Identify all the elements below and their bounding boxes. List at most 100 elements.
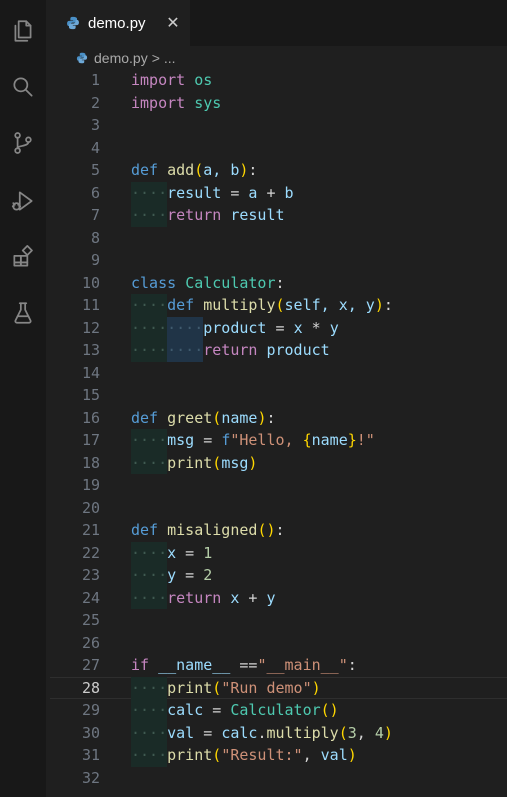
code-editor[interactable]: 1 import os 2 import sys 3 4 5 def add(a, b… (50, 69, 507, 789)
indent-guide: ···· (131, 586, 168, 609)
line-number: 27 (81, 656, 100, 674)
breadcrumb-more[interactable]: ... (164, 50, 176, 66)
line-number: 13 (81, 341, 100, 359)
code-line: 24 ····return x + y (50, 586, 507, 609)
code-line: 8 (50, 227, 507, 250)
line-number: 21 (81, 521, 100, 539)
line-number: 28 (81, 678, 100, 697)
code-line: 23 ····y = 2 (50, 564, 507, 587)
line-number: 32 (81, 768, 100, 787)
breadcrumb: demo.py > ... (50, 46, 507, 70)
code-line: 27 if __name__ =="__main__": (50, 654, 507, 677)
indent-guide: ···· (131, 316, 168, 339)
line-number: 6 (90, 183, 100, 202)
indent-guide: ···· (167, 316, 204, 339)
indent-guide: ···· (131, 204, 168, 227)
extensions-icon[interactable] (8, 242, 38, 272)
line-number: 19 (81, 476, 100, 494)
line-number: 2 (90, 93, 100, 112)
tab-demo-py[interactable]: demo.py ✕ (50, 0, 190, 46)
code-line: 18 ····print(msg) (50, 451, 507, 474)
activity-bar (0, 0, 46, 797)
tab-bar: demo.py ✕ (50, 0, 507, 46)
tab-title: demo.py (88, 14, 146, 32)
code-line: 4 (50, 137, 507, 160)
code-line: 19 (50, 474, 507, 497)
line-number: 9 (90, 251, 100, 269)
code-line: 20 (50, 497, 507, 520)
token: sys (194, 93, 222, 112)
search-icon[interactable] (8, 72, 38, 102)
code-line: 29 ····calc = Calculator() (50, 699, 507, 722)
line-number: 16 (81, 408, 100, 427)
code-line: 14 (50, 362, 507, 385)
indent-guide: ···· (131, 181, 168, 204)
line-number: 1 (90, 71, 100, 89)
code-line: 6 ····result = a + b (50, 181, 507, 204)
indent-guide: ···· (131, 429, 168, 452)
code-line: 9 (50, 249, 507, 272)
code-line: 5 def add(a, b): (50, 159, 507, 182)
line-number: 20 (81, 498, 100, 517)
code-line: 3 (50, 114, 507, 137)
code-line: 13 ········return product (50, 339, 507, 362)
line-number: 8 (90, 228, 100, 247)
code-line: 12 ········product = x * y (50, 316, 507, 339)
code-line: 22 ····x = 1 (50, 541, 507, 564)
line-number: 7 (90, 206, 100, 224)
indent-guide: ···· (131, 451, 168, 474)
indent-guide: ···· (131, 744, 168, 767)
line-number: 14 (81, 363, 100, 382)
code-line: 15 (50, 384, 507, 407)
code-line: 31 ····print("Result:", val) (50, 744, 507, 767)
python-file-icon (67, 16, 79, 30)
line-number: 11 (81, 296, 100, 314)
line-number: 22 (81, 543, 100, 562)
line-number: 26 (81, 633, 100, 652)
code-line: 10 class Calculator: (50, 272, 507, 295)
chevron-right-icon: > (151, 50, 160, 66)
code-line: 32 (50, 767, 507, 790)
code-line: 30 ····val = calc.multiply(3, 4) (50, 721, 507, 744)
code-line: 1 import os (50, 69, 507, 92)
code-line: 26 (50, 632, 507, 655)
line-number: 29 (81, 701, 100, 719)
line-number: 5 (90, 161, 100, 179)
line-number: 30 (81, 723, 100, 742)
token: import (131, 93, 186, 112)
editor-area: demo.py ✕ demo.py > ... 1 import os 2 impo… (50, 0, 507, 797)
testing-icon[interactable] (8, 298, 38, 328)
code-line-current[interactable]: 28 ····print("Run demo") (50, 676, 507, 699)
line-number: 12 (81, 318, 100, 337)
line-number: 3 (90, 116, 100, 134)
indent-guide: ···· (131, 721, 168, 744)
token: import (131, 71, 186, 89)
code-line: 21 def misaligned(): (50, 519, 507, 542)
code-line: 16 def greet(name): (50, 407, 507, 430)
indent-guide: ···· (167, 339, 204, 362)
indent-guide: ···· (131, 541, 168, 564)
close-icon[interactable]: ✕ (164, 13, 182, 33)
code-line: 7 ····return result (50, 204, 507, 227)
line-number: 23 (81, 566, 100, 584)
line-number: 4 (90, 138, 100, 157)
indent-guide: ···· (131, 564, 168, 587)
code-line: 2 import sys (50, 92, 507, 115)
indent-guide: ···· (131, 339, 168, 362)
explorer-icon[interactable] (8, 16, 38, 46)
line-number: 15 (81, 386, 100, 404)
breadcrumb-file[interactable]: demo.py (94, 50, 148, 66)
line-number: 10 (81, 273, 100, 292)
code-line: 25 (50, 609, 507, 632)
indent-guide: ···· (131, 676, 168, 699)
source-control-icon[interactable] (8, 128, 38, 158)
code-line: 17 ····msg = f"Hello, {name}!" (50, 429, 507, 452)
line-number: 31 (81, 746, 100, 764)
run-debug-icon[interactable] (8, 186, 38, 216)
line-number: 24 (81, 588, 100, 607)
line-number: 18 (81, 453, 100, 472)
line-number: 17 (81, 431, 100, 449)
indent-guide: ···· (131, 699, 168, 722)
token: os (194, 71, 213, 89)
python-file-icon (76, 52, 88, 64)
